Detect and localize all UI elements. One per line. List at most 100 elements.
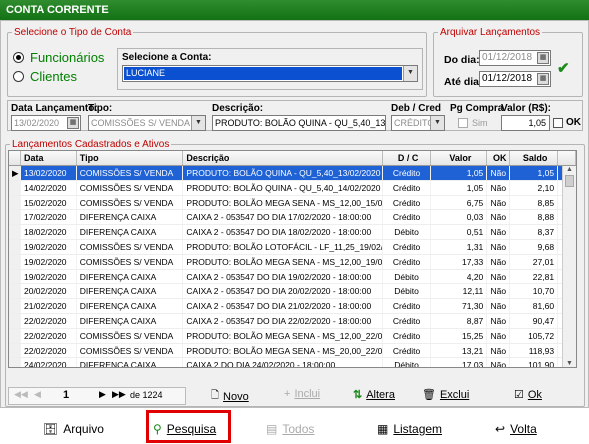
list-icon: ▤ <box>266 422 278 436</box>
table-cell: 101,90 <box>510 358 559 367</box>
table-cell: Crédito <box>383 195 432 210</box>
table-cell: CAIXA 2 - 053547 DO DIA 17/02/2020 - 18:… <box>183 210 383 225</box>
sim-label: Sim <box>472 118 488 128</box>
table-cell: Crédito <box>383 239 432 254</box>
scroll-down-icon[interactable]: ▼ <box>563 360 576 367</box>
table-row[interactable]: 15/02/2020 COMISSÕES S/ VENDA PRODUTO: BOL… <box>9 195 576 211</box>
table-cell: DIFERENÇA CAIXA <box>77 225 184 239</box>
calendar-icon[interactable]: ▦ <box>537 73 549 85</box>
table-cell: Não <box>487 313 511 328</box>
row-indicator <box>9 328 21 343</box>
debcred-dropdown[interactable]: CRÉDITO ▼ <box>391 115 445 131</box>
table-cell: 71,30 <box>431 299 488 313</box>
inclui-button[interactable]: + Inclui <box>284 388 320 400</box>
row-indicator <box>9 225 21 239</box>
col-saldo[interactable]: Saldo <box>510 151 559 165</box>
last-page-icon[interactable]: ▶▶ <box>112 389 126 400</box>
table-cell: 14/02/2020 <box>21 180 77 195</box>
calendar-icon[interactable]: ▦ <box>67 117 79 129</box>
col-dc[interactable]: D / C <box>383 151 432 165</box>
listagem-button[interactable]: ▦ Listagem <box>377 422 442 436</box>
ok-checkbox[interactable] <box>553 118 563 128</box>
table-row[interactable]: 18/02/2020 DIFERENÇA CAIXA CAIXA 2 - 05354… <box>9 225 576 240</box>
table-row[interactable]: 14/02/2020 COMISSÕES S/ VENDA PRODUTO: BOL… <box>9 180 576 196</box>
pesquisa-button[interactable]: ⚲ Pesquisa <box>153 422 216 436</box>
table-cell: 17,03 <box>431 358 488 367</box>
to-date-input[interactable]: 01/12/2018 ▦ <box>479 71 551 87</box>
description-input[interactable]: PRODUTO: BOLÃO QUINA - QU_5,40_13/02/20 <box>212 115 386 131</box>
table-cell: 24/02/2020 <box>21 358 77 367</box>
table-cell: COMISSÕES S/ VENDA <box>77 343 184 358</box>
first-page-icon[interactable]: ◀◀ <box>14 389 28 400</box>
table-cell: CAIXA 2 - 053547 DO DIA 18/02/2020 - 18:… <box>183 225 383 239</box>
entries-table[interactable]: Data Tipo Descrição D / C Valor OK Saldo… <box>8 150 577 368</box>
row-indicator <box>9 239 21 254</box>
table-header: Data Tipo Descrição D / C Valor OK Saldo <box>9 151 576 166</box>
col-valor[interactable]: Valor <box>431 151 488 165</box>
col-tipo[interactable]: Tipo <box>77 151 184 165</box>
type-dropdown[interactable]: COMISSÕES S/ VENDA ▼ <box>88 115 206 131</box>
table-cell: 17,33 <box>431 254 488 269</box>
table-row[interactable]: 22/02/2020 COMISSÕES S/ VENDA PRODUTO: BOL… <box>9 343 576 359</box>
table-scrollbar[interactable]: ▲ ▼ <box>562 166 576 367</box>
table-cell: Débito <box>383 284 432 299</box>
radio-selected-icon <box>13 52 24 63</box>
table-cell: DIFERENÇA CAIXA <box>77 269 184 284</box>
prev-page-icon[interactable]: ◀ <box>34 389 41 400</box>
table-cell: DIFERENÇA CAIXA <box>77 313 184 328</box>
table-cell: 17/02/2020 <box>21 210 77 225</box>
table-cell: Não <box>487 180 511 195</box>
table-cell: 8,37 <box>510 225 559 239</box>
scroll-thumb[interactable] <box>565 175 574 187</box>
table-row[interactable]: 17/02/2020 DIFERENÇA CAIXA CAIXA 2 - 05354… <box>9 210 576 226</box>
listing-icon: ▦ <box>377 422 389 436</box>
next-page-icon[interactable]: ▶ <box>99 389 106 400</box>
entry-date-input[interactable]: 13/02/2020 ▦ <box>11 115 81 131</box>
volta-button[interactable]: ↩ Volta <box>495 422 537 436</box>
table-cell: 105,72 <box>510 328 559 343</box>
from-date-input[interactable]: 01/12/2018 ▦ <box>479 50 551 66</box>
col-ok[interactable]: OK <box>487 151 511 165</box>
table-row[interactable]: 24/02/2020 DIFERENÇA CAIXA CAIXA 2 DO DIA … <box>9 358 576 367</box>
table-row[interactable]: 22/02/2020 DIFERENÇA CAIXA CAIXA 2 - 05354… <box>9 313 576 329</box>
altera-button[interactable]: ⇅ Altera <box>353 388 395 402</box>
exclui-button[interactable]: 🗑 Exclui <box>422 388 469 402</box>
table-cell: Não <box>487 284 511 299</box>
table-row[interactable]: 21/02/2020 DIFERENÇA CAIXA CAIXA 2 - 05354… <box>9 299 576 314</box>
novo-button[interactable]: 🗋 Novo <box>211 388 249 405</box>
table-row[interactable]: 19/02/2020 COMISSÕES S/ VENDA PRODUTO: BOL… <box>9 254 576 270</box>
table-cell: Crédito <box>383 210 432 225</box>
radio-funcionarios[interactable]: Funcionários <box>13 50 104 65</box>
table-cell: 13/02/2020 <box>20 166 77 180</box>
row-indicator <box>9 299 21 313</box>
ok-button[interactable]: ☑ Ok <box>514 388 542 402</box>
select-account-label: Selecione a Conta: <box>122 52 212 63</box>
col-descricao[interactable]: Descrição <box>183 151 383 165</box>
table-row[interactable]: ▶ 13/02/2020 COMISSÕES S/ VENDA PRODUTO: BO… <box>9 166 576 181</box>
value-input[interactable]: 1,05 <box>501 115 550 131</box>
radio-clientes[interactable]: Clientes <box>13 69 77 84</box>
table-cell: DIFERENÇA CAIXA <box>77 299 184 313</box>
table-row[interactable]: 20/02/2020 DIFERENÇA CAIXA CAIXA 2 - 05354… <box>9 284 576 300</box>
calendar-icon[interactable]: ▦ <box>537 52 549 64</box>
table-cell: 10,70 <box>510 284 559 299</box>
table-cell: Crédito <box>382 166 432 180</box>
table-cell: 4,20 <box>431 269 488 284</box>
table-cell: 13,21 <box>431 343 488 358</box>
archive-icon: 🗄 <box>43 422 59 436</box>
confirm-check-icon[interactable]: ✔ <box>557 59 570 77</box>
col-data[interactable]: Data <box>21 151 77 165</box>
ok-label: OK <box>566 117 581 128</box>
table-row[interactable]: 19/02/2020 COMISSÕES S/ VENDA PRODUTO: BOL… <box>9 239 576 255</box>
table-row[interactable]: 19/02/2020 DIFERENÇA CAIXA CAIXA 2 - 05354… <box>9 269 576 285</box>
table-row[interactable]: 22/02/2020 COMISSÕES S/ VENDA PRODUTO: BOL… <box>9 328 576 344</box>
todos-button[interactable]: ▤ Todos <box>266 422 314 436</box>
scroll-up-icon[interactable]: ▲ <box>563 166 576 173</box>
arquivo-button[interactable]: 🗄 Arquivo <box>43 422 104 436</box>
pgcompra-checkbox[interactable] <box>458 118 468 128</box>
radio-empty-icon <box>13 71 24 82</box>
account-dropdown[interactable]: LUCIANE ▼ <box>122 65 418 82</box>
row-indicator <box>9 313 21 328</box>
from-date-label: Do dia: <box>444 54 480 66</box>
back-arrow-icon: ↩ <box>495 422 506 436</box>
